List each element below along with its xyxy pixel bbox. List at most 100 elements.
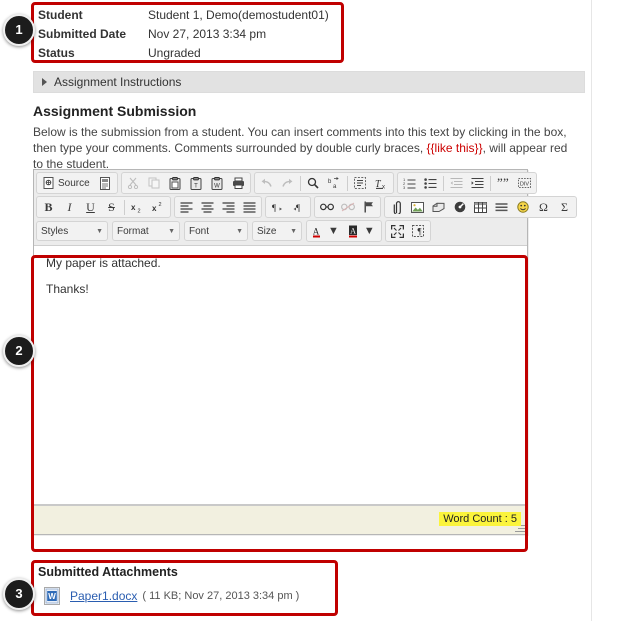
smiley-icon[interactable] bbox=[513, 198, 532, 217]
toolbar-separator bbox=[299, 175, 301, 191]
toolbar-group-document: Source bbox=[36, 172, 118, 194]
toolbar-group-insert: Ω Σ bbox=[384, 196, 577, 218]
replace-button[interactable]: ba bbox=[325, 174, 344, 193]
print-button[interactable] bbox=[229, 174, 248, 193]
toolbar-row-2: B I U S x2 x2 ¶ ¶ Ω Σ bbox=[36, 195, 577, 219]
font-select[interactable]: Font ▼ bbox=[184, 221, 248, 241]
assignment-instructions-toggle[interactable]: Assignment Instructions bbox=[33, 71, 585, 93]
omega-icon[interactable]: Ω bbox=[534, 198, 553, 217]
media-icon[interactable] bbox=[450, 198, 469, 217]
attachment-link[interactable]: Paper1.docx bbox=[70, 589, 137, 603]
info-value-submitted-date: Nov 27, 2013 3:34 pm bbox=[148, 27, 267, 41]
find-button[interactable] bbox=[304, 174, 323, 193]
undo-button[interactable] bbox=[257, 174, 276, 193]
editor-content-area[interactable]: My paper is attached. Thanks! bbox=[34, 246, 527, 504]
horizontal-rule-icon[interactable] bbox=[492, 198, 511, 217]
page-title: Assignment Submission bbox=[33, 103, 197, 119]
toolbar-group-basic-styles: B I U S x2 x2 bbox=[36, 196, 171, 218]
source-button[interactable]: Source bbox=[39, 174, 94, 193]
toolbar-group-direction: ¶ ¶ bbox=[265, 196, 311, 218]
cut-button[interactable] bbox=[124, 174, 143, 193]
format-select[interactable]: Format ▼ bbox=[112, 221, 180, 241]
info-label-student: Student bbox=[38, 8, 83, 22]
background-color-button[interactable]: A ▼ bbox=[345, 222, 379, 241]
chevron-down-icon: ▼ bbox=[290, 227, 297, 235]
info-label-status: Status bbox=[38, 46, 75, 60]
align-right-button[interactable] bbox=[219, 198, 238, 217]
image-icon[interactable] bbox=[408, 198, 427, 217]
svg-text:A: A bbox=[350, 226, 356, 235]
superscript-button[interactable]: x2 bbox=[149, 198, 168, 217]
sigma-icon[interactable]: Σ bbox=[555, 198, 574, 217]
redo-button[interactable] bbox=[278, 174, 297, 193]
submission-description: Below is the submission from a student. … bbox=[33, 124, 578, 172]
remove-format-button[interactable]: Tx bbox=[372, 174, 391, 193]
italic-button[interactable]: I bbox=[60, 198, 79, 217]
description-highlight: {{like this}} bbox=[426, 141, 483, 155]
templates-button[interactable] bbox=[96, 174, 115, 193]
bulleted-list-button[interactable] bbox=[421, 174, 440, 193]
toolbar-group-editing: ba Tx bbox=[253, 172, 394, 194]
align-left-button[interactable] bbox=[177, 198, 196, 217]
blockquote-button[interactable]: ”” bbox=[494, 174, 513, 193]
text-color-button[interactable]: A ▼ bbox=[309, 222, 343, 241]
direction-rtl-button[interactable]: ¶ bbox=[289, 198, 308, 217]
toolbar-separator bbox=[489, 175, 491, 191]
bold-button[interactable]: B bbox=[39, 198, 58, 217]
copy-button[interactable] bbox=[145, 174, 164, 193]
numbered-list-button[interactable]: 123 bbox=[400, 174, 419, 193]
svg-text:x: x bbox=[131, 203, 136, 212]
table-row: Submitted Date Nov 27, 2013 3:34 pm bbox=[38, 25, 338, 44]
chevron-down-icon: ▼ bbox=[96, 227, 103, 235]
align-justify-button[interactable] bbox=[240, 198, 259, 217]
anchor-flag-icon[interactable] bbox=[359, 198, 378, 217]
resize-grip-icon[interactable] bbox=[514, 522, 525, 533]
info-label-submitted-date: Submitted Date bbox=[38, 27, 127, 41]
paste-word-button[interactable]: W bbox=[208, 174, 227, 193]
info-value-status: Ungraded bbox=[148, 46, 201, 60]
chevron-down-icon: ▼ bbox=[236, 227, 243, 235]
toolbar-group-alignment bbox=[174, 196, 262, 218]
svg-text:W: W bbox=[48, 592, 56, 601]
styles-select[interactable]: Styles ▼ bbox=[36, 221, 108, 241]
toolbar-group-clipboard: T W bbox=[120, 172, 251, 194]
svg-text:A: A bbox=[313, 226, 320, 236]
size-select-label: Size bbox=[257, 225, 277, 237]
outdent-button[interactable] bbox=[447, 174, 466, 193]
chevron-down-icon: ▼ bbox=[363, 225, 375, 237]
create-div-button[interactable]: DIV bbox=[515, 174, 534, 193]
submission-paragraph: My paper is attached. bbox=[46, 256, 161, 270]
info-value-student: Student 1, Demo(demostudent01) bbox=[148, 8, 329, 22]
font-select-label: Font bbox=[189, 225, 210, 237]
table-icon[interactable] bbox=[471, 198, 490, 217]
flash-icon[interactable] bbox=[429, 198, 448, 217]
paste-text-button[interactable]: T bbox=[187, 174, 206, 193]
direction-ltr-button[interactable]: ¶ bbox=[268, 198, 287, 217]
align-center-button[interactable] bbox=[198, 198, 217, 217]
callout-badge-1: 1 bbox=[3, 14, 35, 46]
select-all-button[interactable] bbox=[351, 174, 370, 193]
size-select[interactable]: Size ▼ bbox=[252, 221, 302, 241]
underline-button[interactable]: U bbox=[81, 198, 100, 217]
indent-button[interactable] bbox=[468, 174, 487, 193]
assignment-instructions-label: Assignment Instructions bbox=[54, 75, 182, 89]
subscript-button[interactable]: x2 bbox=[128, 198, 147, 217]
word-count-label: Word Count : 5 bbox=[439, 512, 521, 526]
toolbar-group-paragraph: 123 ”” DIV bbox=[396, 172, 537, 194]
link-icon[interactable] bbox=[317, 198, 336, 217]
svg-text:2: 2 bbox=[138, 209, 141, 214]
attach-file-icon[interactable] bbox=[387, 198, 406, 217]
triangle-right-icon bbox=[42, 78, 47, 86]
svg-text:T: T bbox=[375, 179, 382, 189]
svg-text:DIV: DIV bbox=[520, 182, 530, 188]
table-row: Student Student 1, Demo(demostudent01) bbox=[38, 6, 338, 25]
svg-text:¶: ¶ bbox=[417, 226, 421, 236]
paste-button[interactable] bbox=[166, 174, 185, 193]
strikethrough-button[interactable]: S bbox=[102, 198, 121, 217]
maximize-icon[interactable] bbox=[388, 222, 407, 241]
editor-status-bar: Word Count : 5 bbox=[34, 504, 527, 534]
show-blocks-icon[interactable]: ¶ bbox=[409, 222, 428, 241]
toolbar-separator bbox=[442, 175, 444, 191]
unlink-icon[interactable] bbox=[338, 198, 357, 217]
rich-text-editor[interactable]: Source T W b a T x 1 2 3 ” ” DIV B I U S… bbox=[33, 169, 577, 535]
